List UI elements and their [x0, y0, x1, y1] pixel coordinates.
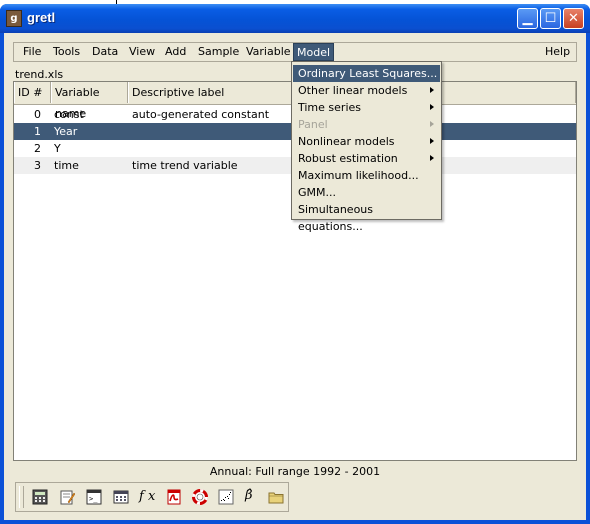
header-variable-name[interactable]: Variable name: [51, 82, 128, 120]
edit-icon[interactable]: [59, 489, 75, 505]
menu-item-robust-estimation[interactable]: Robust estimation: [293, 150, 440, 167]
row-id: 0: [34, 108, 41, 121]
menu-item-nonlinear-models[interactable]: Nonlinear models: [293, 133, 440, 150]
menu-item-ordinary-least-squares[interactable]: Ordinary Least Squares...: [293, 65, 440, 82]
dataset-filename: trend.xls: [15, 68, 64, 81]
menu-item-label: Maximum likelihood...: [298, 169, 419, 182]
menu-file[interactable]: File: [20, 43, 44, 61]
row-label: auto-generated constant: [132, 108, 270, 121]
close-icon: ✕: [568, 11, 579, 26]
minimize-button[interactable]: ▁: [517, 8, 538, 29]
submenu-arrow-icon: [430, 155, 434, 161]
row-id: 1: [34, 125, 41, 138]
menu-item-simultaneous-equations[interactable]: Simultaneous equations...: [293, 201, 440, 233]
menu-variable[interactable]: Variable: [243, 43, 294, 61]
menu-tools[interactable]: Tools: [50, 43, 83, 61]
svg-text:>_: >_: [89, 495, 98, 503]
pdf-icon[interactable]: [166, 489, 182, 505]
menu-item-gmm[interactable]: GMM...: [293, 184, 440, 201]
maximize-icon: ☐: [544, 11, 557, 26]
menu-item-label: Nonlinear models: [298, 135, 395, 148]
title-bar[interactable]: g gretl ▁ ☐ ✕: [0, 4, 590, 33]
main-toolbar: >_ f x β̂: [15, 482, 289, 512]
minimize-icon: ▁: [522, 11, 533, 26]
row-variable-name: const: [54, 108, 84, 121]
submenu-arrow-icon: [430, 104, 434, 110]
toolbar-grip[interactable]: [19, 486, 24, 508]
row-variable-name: time: [54, 159, 79, 172]
terminal-icon[interactable]: >_: [86, 489, 102, 505]
menu-item-label: Ordinary Least Squares...: [298, 67, 438, 80]
menu-item-label: Time series: [298, 101, 361, 114]
menu-item-panel: Panel: [293, 116, 440, 133]
row-id: 3: [34, 159, 41, 172]
menu-item-label: GMM...: [298, 186, 336, 199]
menu-bar: File Tools Data View Add Sample Variable…: [13, 42, 577, 62]
menu-item-label: Simultaneous equations...: [298, 203, 374, 233]
submenu-arrow-icon: [430, 87, 434, 93]
menu-item-other-linear-models[interactable]: Other linear models: [293, 82, 440, 99]
menu-add[interactable]: Add: [162, 43, 189, 61]
row-label: time trend variable: [132, 159, 238, 172]
window-title: gretl: [27, 10, 56, 25]
menu-view[interactable]: View: [126, 43, 158, 61]
row-id: 2: [34, 142, 41, 155]
function-icon[interactable]: f x: [139, 488, 161, 504]
menu-sample[interactable]: Sample: [195, 43, 242, 61]
header-id[interactable]: ID #: [14, 82, 51, 103]
status-bar: Annual: Full range 1992 - 2001: [209, 465, 381, 478]
help-lifebuoy-icon[interactable]: [192, 489, 208, 505]
close-button[interactable]: ✕: [563, 8, 584, 29]
folder-icon[interactable]: [268, 489, 284, 505]
calculator-icon[interactable]: [32, 489, 48, 505]
data-grid-icon[interactable]: [113, 489, 129, 505]
menu-data[interactable]: Data: [89, 43, 121, 61]
submenu-arrow-icon: [430, 121, 434, 127]
menu-item-time-series[interactable]: Time series: [293, 99, 440, 116]
row-variable-name: Y: [54, 142, 61, 155]
menu-model[interactable]: Model: [293, 43, 335, 61]
submenu-arrow-icon: [430, 138, 434, 144]
menu-item-label: Panel: [298, 118, 328, 131]
row-variable-name: Year: [54, 125, 78, 138]
gretl-app-icon: g: [6, 10, 22, 27]
menu-help[interactable]: Help: [542, 43, 573, 61]
scatter-plot-icon[interactable]: [218, 489, 234, 505]
model-menu-dropdown: Ordinary Least Squares... Other linear m…: [291, 61, 442, 233]
menu-item-label: Other linear models: [298, 84, 408, 97]
maximize-button[interactable]: ☐: [540, 8, 561, 29]
menu-item-maximum-likelihood[interactable]: Maximum likelihood...: [293, 167, 440, 184]
beta-hat-icon[interactable]: β̂: [245, 487, 259, 503]
menu-item-label: Robust estimation: [298, 152, 398, 165]
